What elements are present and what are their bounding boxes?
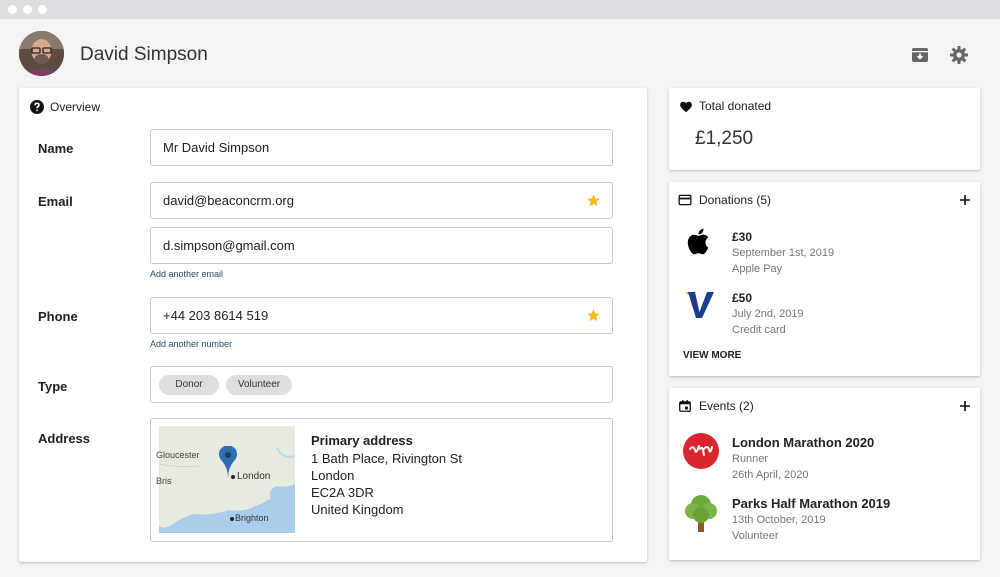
gear-icon[interactable] bbox=[949, 45, 969, 65]
virgin-icon bbox=[683, 433, 719, 469]
event-name[interactable]: London Marathon 2020 bbox=[732, 435, 874, 450]
name-field[interactable]: Mr David Simpson bbox=[150, 129, 613, 166]
type-field[interactable]: Donor Volunteer bbox=[150, 366, 613, 403]
type-chip-donor[interactable]: Donor bbox=[159, 375, 219, 395]
page-title: David Simpson bbox=[80, 44, 208, 65]
question-circle-icon bbox=[30, 100, 44, 114]
event-role: 13th October, 2019 bbox=[732, 514, 826, 526]
donations-title: Donations (5) bbox=[699, 193, 772, 207]
donation-date: July 2nd, 2019 bbox=[732, 308, 804, 320]
donations-card: Donations (5) £30 September 1st, 2019 Ap… bbox=[669, 182, 980, 376]
view-more-button[interactable]: VIEW MORE bbox=[683, 350, 741, 361]
map-pin-icon[interactable] bbox=[219, 445, 237, 483]
event-name[interactable]: Parks Half Marathon 2019 bbox=[732, 496, 890, 511]
credit-card-icon bbox=[678, 193, 692, 207]
window-dot-minimize[interactable] bbox=[23, 5, 32, 14]
email-field-secondary[interactable]: d.simpson@gmail.com bbox=[150, 227, 613, 264]
apple-icon bbox=[682, 224, 716, 258]
map-label-london: London bbox=[237, 471, 271, 482]
email-value-primary: david@beaconcrm.org bbox=[163, 193, 294, 208]
donation-method: Apple Pay bbox=[732, 263, 783, 275]
donation-amount: £50 bbox=[732, 291, 753, 305]
event-role: Runner bbox=[732, 453, 769, 465]
map-label-bristol: Bristol bbox=[156, 476, 172, 486]
overview-title: Overview bbox=[50, 100, 101, 114]
map-label-gloucester: Gloucester bbox=[156, 450, 200, 460]
address-line: EC2A 3DR bbox=[311, 485, 374, 500]
events-title: Events (2) bbox=[699, 399, 754, 413]
calendar-icon bbox=[678, 399, 692, 413]
primary-star-icon[interactable] bbox=[586, 193, 601, 208]
phone-label: Phone bbox=[38, 309, 78, 324]
address-title: Primary address bbox=[311, 433, 413, 448]
address-line: 1 Bath Place, Rivington St bbox=[311, 451, 463, 466]
window-dot-close[interactable] bbox=[8, 5, 17, 14]
page-header: David Simpson bbox=[0, 19, 1000, 87]
total-donated-title: Total donated bbox=[699, 99, 772, 113]
email-value-secondary: d.simpson@gmail.com bbox=[163, 238, 295, 253]
overview-card: Overview Name Mr David Simpson Email dav… bbox=[19, 88, 647, 562]
name-label: Name bbox=[38, 141, 74, 156]
archive-box-icon[interactable] bbox=[910, 45, 930, 65]
map-dot-icon bbox=[230, 517, 234, 521]
add-donation-icon[interactable] bbox=[958, 193, 972, 207]
name-value: Mr David Simpson bbox=[163, 140, 270, 155]
address-line: London bbox=[311, 468, 355, 483]
address-label: Address bbox=[38, 431, 91, 446]
phone-field[interactable]: +44 203 8614 519 bbox=[150, 297, 613, 334]
email-field-primary[interactable]: david@beaconcrm.org bbox=[150, 182, 613, 219]
donation-amount: £30 bbox=[732, 230, 753, 244]
phone-value: +44 203 8614 519 bbox=[163, 308, 269, 323]
type-label: Type bbox=[38, 379, 68, 394]
add-number-link[interactable]: Add another number bbox=[150, 339, 232, 349]
add-event-icon[interactable] bbox=[958, 399, 972, 413]
tree-icon bbox=[683, 493, 719, 533]
email-label: Email bbox=[38, 194, 73, 209]
donation-method: Credit card bbox=[732, 324, 786, 336]
address-line: United Kingdom bbox=[311, 502, 404, 517]
total-donated-card: Total donated £1,250 bbox=[669, 88, 980, 170]
avatar[interactable] bbox=[19, 31, 64, 76]
type-chip-volunteer[interactable]: Volunteer bbox=[226, 375, 292, 395]
heart-icon bbox=[679, 100, 693, 114]
add-email-link[interactable]: Add another email bbox=[150, 269, 223, 279]
address-field[interactable]: Gloucester Bristol London Brighton Prima… bbox=[150, 418, 613, 542]
total-donated-amount: £1,250 bbox=[695, 128, 754, 149]
map-label-brighton: Brighton bbox=[235, 513, 269, 523]
event-date: Volunteer bbox=[732, 530, 779, 542]
visa-icon bbox=[682, 288, 716, 322]
window-dot-maximize[interactable] bbox=[38, 5, 47, 14]
events-card: Events (2) London Marathon 2020 Runner 2… bbox=[669, 388, 980, 560]
primary-star-icon[interactable] bbox=[586, 308, 601, 323]
event-date: 26th April, 2020 bbox=[732, 469, 809, 481]
donation-date: September 1st, 2019 bbox=[732, 247, 835, 259]
window-titlebar bbox=[0, 0, 1000, 19]
